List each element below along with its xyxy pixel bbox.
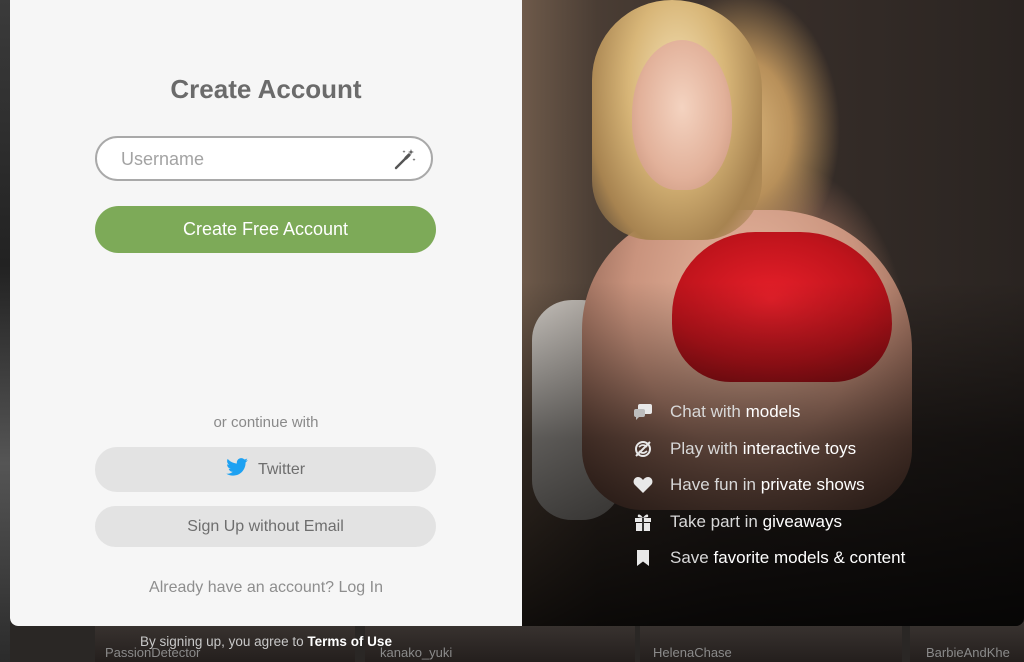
signup-without-email-button[interactable]: Sign Up without Email: [95, 506, 436, 547]
feature-text: Have fun in private shows: [670, 475, 865, 495]
bookmark-icon: [632, 547, 654, 569]
twitter-button-label: Twitter: [257, 460, 306, 478]
terms-notice: By signing up, you agree to Terms of Use: [0, 634, 532, 649]
twitter-signup-button[interactable]: Twitter: [95, 447, 436, 492]
signup-form-panel: Create Account Create Free Account or co…: [10, 0, 522, 626]
or-continue-label: or continue with: [213, 414, 319, 431]
gift-icon: [632, 511, 654, 533]
feature-text: Play with interactive toys: [670, 438, 857, 458]
login-prompt-text: Already have an account?: [149, 579, 335, 596]
promo-photo: [632, 40, 732, 190]
feature-item: Save favorite models & content: [632, 540, 905, 577]
terms-text: By signing up, you agree to: [140, 634, 304, 649]
feature-text: Save favorite models & content: [670, 548, 906, 568]
modal-title: Create Account: [170, 74, 362, 104]
promo-panel: Chat with models Play with interactive t…: [522, 0, 1024, 626]
magic-wand-icon[interactable]: [393, 147, 417, 171]
promo-photo: [592, 0, 762, 240]
feature-text: Chat with models: [670, 402, 801, 422]
username-input[interactable]: [119, 138, 393, 181]
signup-modal: Create Account Create Free Account or co…: [10, 0, 1024, 626]
heart-icon: [632, 474, 654, 496]
feature-item: Take part in giveaways: [632, 504, 905, 541]
feature-item: Have fun in private shows: [632, 467, 905, 504]
promo-photo: [532, 300, 622, 520]
chat-icon: [632, 401, 654, 423]
toy-icon: [632, 438, 654, 460]
login-link[interactable]: Log In: [338, 579, 382, 596]
background-model-name: HelenaChase: [653, 645, 732, 660]
username-field[interactable]: [95, 136, 433, 181]
background-sidebar-strip: [0, 0, 10, 662]
twitter-icon: [226, 458, 248, 481]
background-model-name: BarbieAndKhe: [926, 645, 1010, 660]
feature-list: Chat with models Play with interactive t…: [632, 394, 905, 577]
create-free-account-button[interactable]: Create Free Account: [95, 206, 436, 253]
login-prompt: Already have an account? Log In: [10, 579, 522, 597]
feature-text: Take part in giveaways: [670, 511, 842, 531]
terms-of-use-link[interactable]: Terms of Use: [307, 634, 392, 649]
feature-item: Chat with models: [632, 394, 905, 431]
promo-photo: [672, 232, 892, 382]
feature-item: Play with interactive toys: [632, 431, 905, 468]
